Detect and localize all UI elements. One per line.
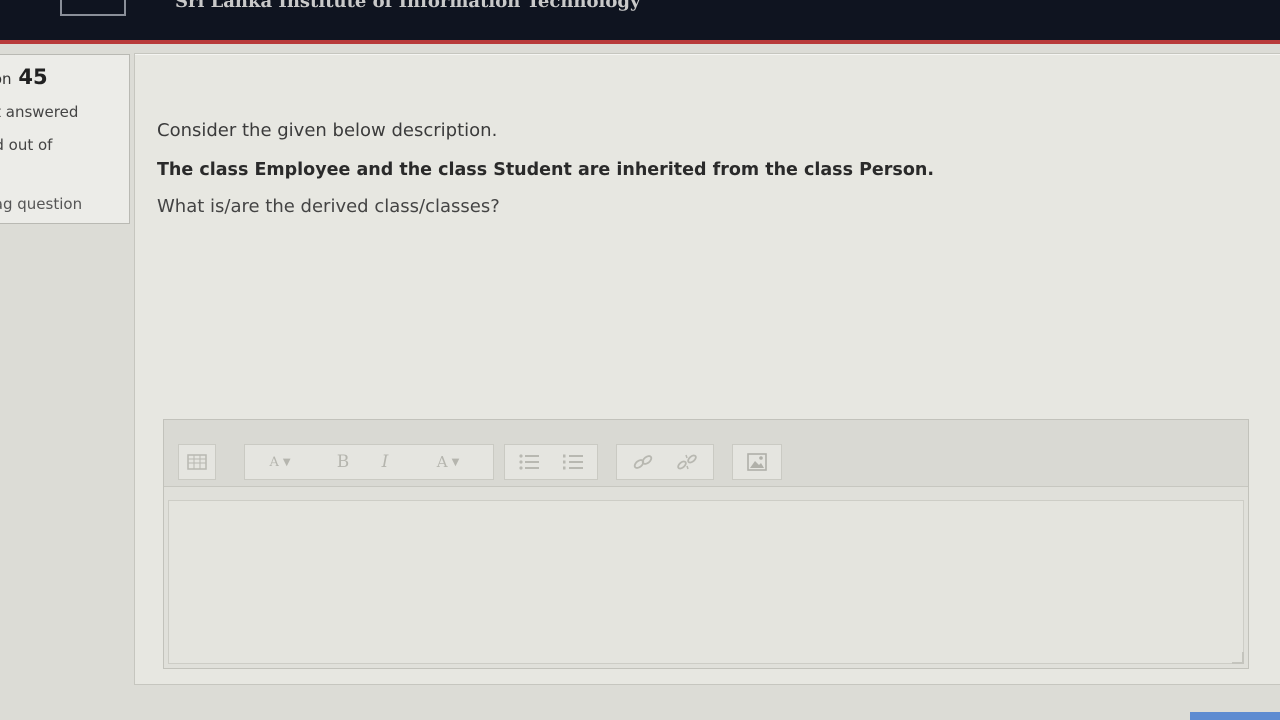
toolbar-group-media (732, 444, 782, 480)
italic-button[interactable]: I (369, 445, 401, 479)
question-intro: Consider the given below description. (157, 120, 498, 141)
answer-textarea[interactable] (168, 500, 1244, 664)
question-number-heading: stion 45 (0, 65, 48, 89)
font-size-label: A (269, 454, 279, 470)
unordered-list-icon[interactable] (509, 445, 549, 479)
question-number: 45 (18, 65, 48, 89)
chevron-down-icon: ▼ (282, 456, 291, 468)
italic-label: I (381, 452, 389, 472)
ordered-list-icon[interactable] (553, 445, 593, 479)
answer-editor: A ▼ B I A ▼ (163, 419, 1249, 669)
question-status: yet answered (0, 103, 79, 121)
font-color-button[interactable]: A ▼ (421, 445, 475, 479)
question-label: stion (0, 70, 12, 88)
editor-toolbar: A ▼ B I A ▼ (164, 420, 1248, 487)
toolbar-group-lists (504, 444, 598, 480)
site-title: Sri Lanka Institute of Information Techn… (175, 0, 641, 12)
question-prompt: What is/are the derived class/classes? (157, 196, 500, 217)
flag-question-link[interactable]: Flag question (0, 195, 82, 213)
toolbar-group-links (616, 444, 714, 480)
site-header: Sri Lanka Institute of Information Techn… (0, 0, 1280, 44)
bold-label: B (336, 452, 350, 472)
question-mark: ked out of (0, 136, 53, 154)
question-info-panel: stion 45 yet answered ked out of Flag qu… (0, 54, 130, 224)
institution-logo[interactable] (60, 0, 126, 16)
image-icon[interactable] (737, 445, 777, 479)
unlink-icon[interactable] (667, 445, 707, 479)
resize-handle[interactable] (1232, 652, 1244, 664)
font-color-label: A (436, 453, 448, 471)
toolbar-group-format: A ▼ B I A ▼ (244, 444, 494, 480)
toolbar-toggle-icon[interactable] (179, 445, 215, 479)
toolbar-group-toggle (178, 444, 216, 480)
chevron-down-icon: ▼ (451, 456, 460, 468)
bold-button[interactable]: B (327, 445, 359, 479)
question-panel: Consider the given below description. Th… (134, 53, 1280, 685)
next-page-button-edge[interactable] (1190, 712, 1280, 720)
font-size-button[interactable]: A ▼ (253, 445, 307, 479)
link-icon[interactable] (623, 445, 663, 479)
question-description: The class Employee and the class Student… (157, 160, 934, 180)
